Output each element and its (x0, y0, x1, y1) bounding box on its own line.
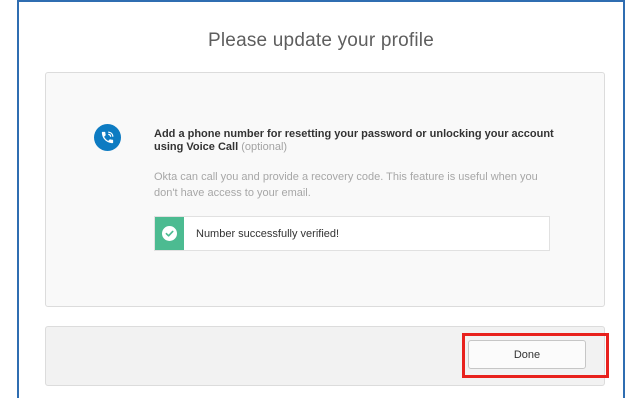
optional-label: (optional) (241, 141, 288, 153)
checkmark-icon (162, 226, 177, 241)
done-button[interactable]: Done (468, 340, 586, 369)
modal-title: Please update your profile (208, 30, 434, 51)
verification-message: Number successfully verified! (196, 227, 340, 240)
phone-setup-card: Add a phone number for resetting your pa… (45, 72, 605, 307)
verification-status: Number successfully verified! (154, 216, 550, 251)
phone-setup-prompt: Add a phone number for resetting your pa… (154, 128, 554, 154)
phone-call-icon (94, 124, 121, 151)
phone-setup-description: Okta can call you and provide a recovery… (154, 171, 538, 199)
success-badge (155, 217, 184, 250)
phone-setup-heading: Add a phone number for resetting your pa… (154, 128, 554, 153)
